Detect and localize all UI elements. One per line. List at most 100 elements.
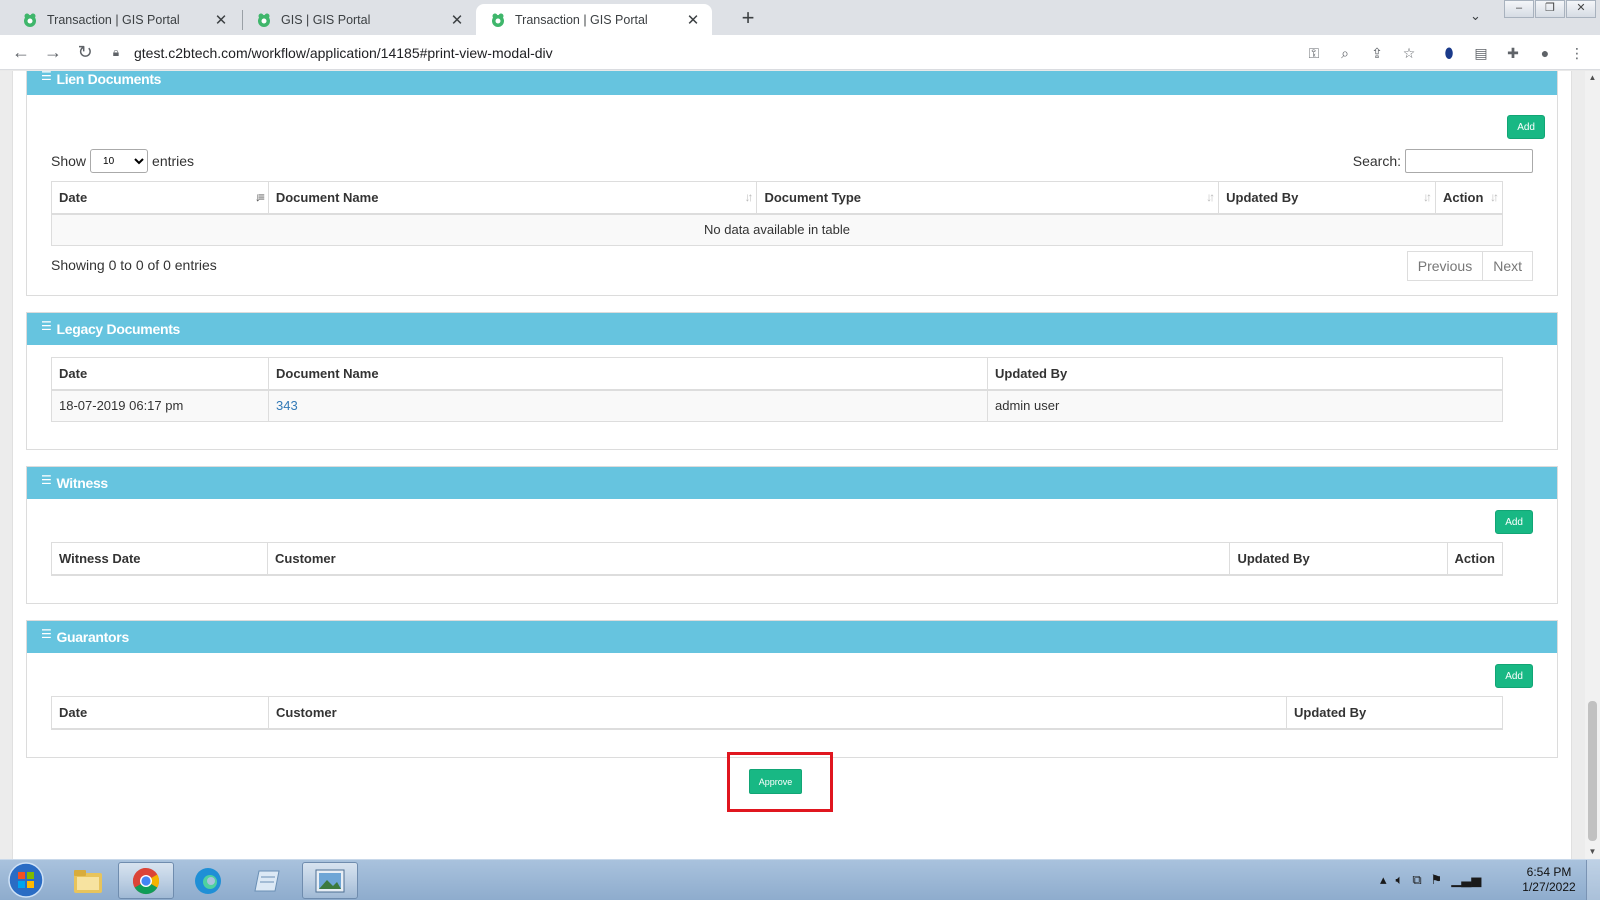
column-header-updated-by[interactable]: Updated By ↓↑ xyxy=(1218,181,1436,215)
lock-icon[interactable]: 🔒︎ xyxy=(108,45,124,60)
volume-icon[interactable]: 🔈︎ xyxy=(1396,872,1404,888)
system-tray: ▴ 🔈︎ ⧉ ⚑ ▁▃▅ xyxy=(1380,860,1490,900)
key-icon[interactable]: ⚿ xyxy=(1305,44,1323,62)
panel-header: ☰ Guarantors xyxy=(27,621,1557,653)
column-header-document-name: Document Name xyxy=(268,357,988,391)
sort-icon[interactable]: ↓↑ xyxy=(744,190,753,204)
tab-transaction-1[interactable]: Transaction | GIS Portal ✕ xyxy=(8,4,240,35)
column-label: Action xyxy=(1442,189,1484,205)
browser-tab-strip: Transaction | GIS Portal ✕ GIS | GIS Por… xyxy=(0,0,1600,35)
taskbar-chrome[interactable] xyxy=(118,862,174,899)
column-header-updated-by: Updated By xyxy=(1286,696,1503,730)
add-witness-button[interactable]: Add xyxy=(1495,510,1533,534)
clock-date: 1/27/2022 xyxy=(1522,880,1576,894)
tab-transaction-active[interactable]: Transaction | GIS Portal ✕ xyxy=(476,4,712,35)
password-manager-extension-icon[interactable]: ⬮ xyxy=(1440,44,1458,62)
show-hidden-icons-icon[interactable]: ▴ xyxy=(1380,872,1387,888)
tab-search-chevron-icon[interactable]: ⌄ xyxy=(1470,8,1481,24)
edge-icon xyxy=(195,867,221,894)
tab-gis[interactable]: GIS | GIS Portal ✕ xyxy=(242,4,476,35)
page-viewport: ☰ Lien Documents Add Show 10 entries Sea… xyxy=(0,71,1585,859)
scroll-up-arrow-icon[interactable]: ▲ xyxy=(1585,71,1600,85)
list-icon: ☰ xyxy=(41,473,52,487)
zoom-icon[interactable]: ⌕ xyxy=(1336,44,1354,62)
chrome-icon xyxy=(132,867,160,894)
signal-bars-icon[interactable]: ▁▃▅ xyxy=(1451,872,1481,888)
column-header-updated-by: Updated By xyxy=(1229,542,1448,576)
column-header-date: Date xyxy=(51,696,269,730)
document-link[interactable]: 343 xyxy=(276,398,298,413)
show-desktop-button[interactable] xyxy=(1586,860,1600,900)
add-guarantor-button[interactable]: Add xyxy=(1495,664,1533,688)
guarantors-table: Date Customer Updated By xyxy=(51,696,1503,730)
panel-title: Lien Documents xyxy=(56,71,162,87)
table-row: No data available in table xyxy=(51,213,1503,246)
windows-taskbar: ▴ 🔈︎ ⧉ ⚑ ▁▃▅ 6:54 PM 1/27/2022 xyxy=(0,859,1600,900)
guarantors-panel: ☰ Guarantors Add Date Customer Updated B… xyxy=(26,620,1558,758)
share-icon[interactable]: ⇪ xyxy=(1368,44,1386,62)
clipboard-extension-icon[interactable]: ▤ xyxy=(1472,44,1490,62)
taskbar-edge[interactable] xyxy=(180,862,236,899)
panel-title: Legacy Documents xyxy=(56,321,181,337)
witness-panel: ☰ Witness Add Witness Date Customer Upda… xyxy=(26,466,1558,604)
column-header-updated-by: Updated By xyxy=(987,357,1503,391)
scroll-down-arrow-icon[interactable]: ▼ xyxy=(1585,845,1600,859)
table-info: Showing 0 to 0 of 0 entries xyxy=(51,257,217,273)
next-page-button[interactable]: Next xyxy=(1483,251,1533,281)
panel-header: ☰ Lien Documents xyxy=(27,71,1557,95)
reload-icon[interactable]: ↻ xyxy=(73,41,97,65)
extensions-puzzle-icon[interactable]: ✚ xyxy=(1504,44,1522,62)
sort-icon[interactable]: ↓↑ xyxy=(1423,190,1432,204)
forward-arrow-icon[interactable]: → xyxy=(41,41,65,65)
search-input[interactable] xyxy=(1405,149,1533,173)
url-text: gtest.c2btech.com/workflow/application/1… xyxy=(134,44,553,61)
profile-avatar-icon[interactable]: ● xyxy=(1536,44,1554,62)
column-header-witness-date: Witness Date xyxy=(50,542,269,576)
close-tab-icon[interactable]: ✕ xyxy=(684,11,702,29)
sort-desc-icon[interactable]: ↓≡ xyxy=(255,190,265,204)
table-header-row: Date Document Name Updated By xyxy=(51,357,1503,391)
taskbar-notepad[interactable] xyxy=(240,862,296,899)
taskbar-photo-viewer[interactable] xyxy=(302,862,358,899)
approve-button[interactable]: Approve xyxy=(749,769,802,794)
new-tab-button[interactable]: + xyxy=(735,6,761,32)
column-label: Document Name xyxy=(275,189,379,205)
restore-button[interactable]: ❐ xyxy=(1535,0,1565,18)
column-header-customer: Customer xyxy=(267,542,1231,576)
back-arrow-icon[interactable]: ← xyxy=(9,41,33,65)
taskbar-file-explorer[interactable] xyxy=(60,862,116,899)
column-header-action[interactable]: Action ↓↑ xyxy=(1434,181,1504,215)
taskbar-clock[interactable]: 6:54 PM 1/27/2022 xyxy=(1518,865,1580,895)
tab-title: GIS | GIS Portal xyxy=(281,12,371,27)
list-icon: ☰ xyxy=(41,319,52,333)
close-tab-icon[interactable]: ✕ xyxy=(212,11,230,29)
column-header-document-name[interactable]: Document Name ↓↑ xyxy=(267,181,758,215)
panel-header: ☰ Witness xyxy=(27,467,1557,499)
close-window-button[interactable]: ✕ xyxy=(1566,0,1596,18)
close-tab-icon[interactable]: ✕ xyxy=(448,11,466,29)
address-bar[interactable]: 🔒︎ gtest.c2btech.com/workflow/applicatio… xyxy=(108,39,1288,66)
lien-documents-table: Date ↓≡ Document Name ↓↑ Document Type ↓↑ U… xyxy=(51,181,1504,246)
sort-icon[interactable]: ↓↑ xyxy=(1490,190,1499,204)
gis-portal-favicon-icon xyxy=(24,13,36,27)
action-center-flag-icon[interactable]: ⚑ xyxy=(1431,872,1443,888)
previous-page-button[interactable]: Previous xyxy=(1406,251,1484,281)
page-length-select[interactable]: 10 xyxy=(90,149,149,173)
pagination: Previous Next xyxy=(1406,251,1533,281)
browser-menu-icon[interactable]: ⋮ xyxy=(1568,44,1586,62)
column-header-date[interactable]: Date ↓≡ xyxy=(51,181,269,215)
notepad-icon xyxy=(254,870,280,891)
column-header-document-type[interactable]: Document Type ↓↑ xyxy=(756,181,1220,215)
minimize-button[interactable]: – xyxy=(1504,0,1534,18)
panel-title: Witness xyxy=(56,475,108,491)
add-lien-document-button[interactable]: Add xyxy=(1507,115,1545,139)
bookmark-star-icon[interactable]: ☆ xyxy=(1400,44,1418,62)
scrollbar-thumb[interactable] xyxy=(1588,701,1597,841)
sort-icon[interactable]: ↓↑ xyxy=(1206,190,1215,204)
gis-portal-favicon-icon xyxy=(492,13,504,27)
cell-date: 18-07-2019 06:17 pm xyxy=(51,389,269,422)
windows-start-button-icon[interactable] xyxy=(4,860,48,900)
network-icon[interactable]: ⧉ xyxy=(1412,872,1421,888)
column-label: Date xyxy=(59,189,88,205)
page-scrollbar[interactable]: ▲ ▼ xyxy=(1585,71,1600,859)
